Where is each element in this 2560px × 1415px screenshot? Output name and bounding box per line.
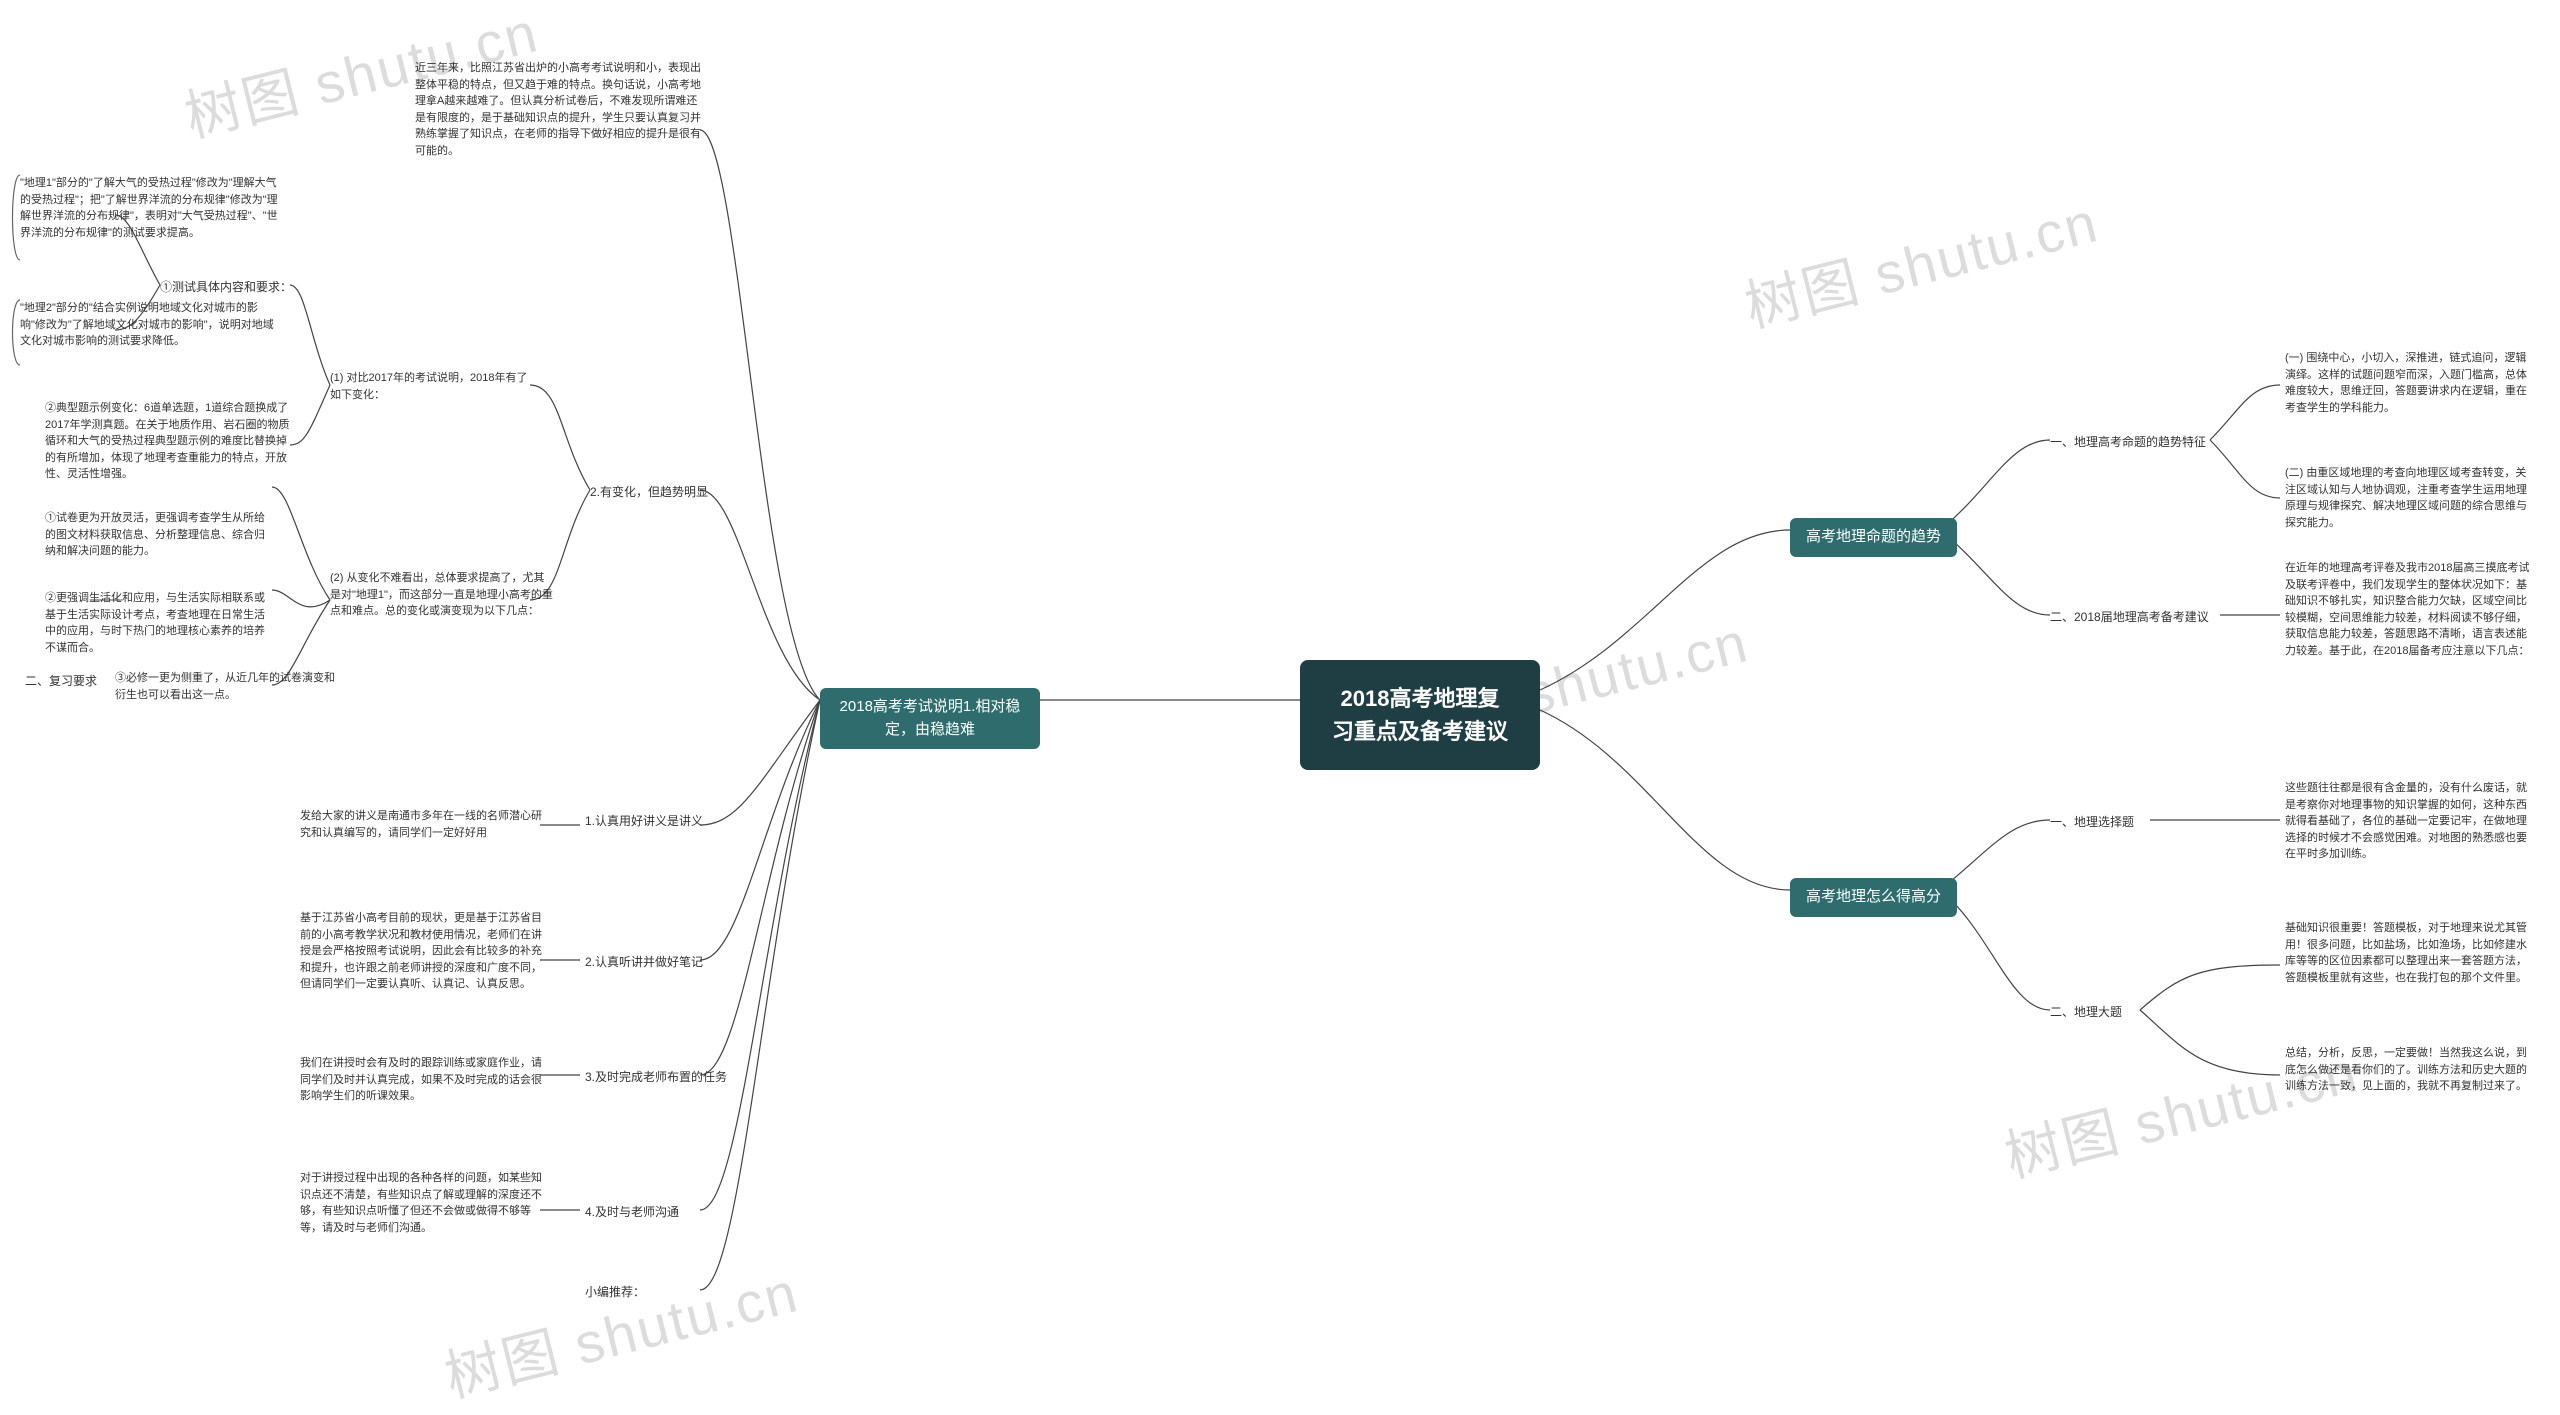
- left-c3-label[interactable]: 3.及时完成老师布置的任务: [585, 1068, 727, 1086]
- right-b2-leaf2: 总结，分析，反思，一定要做！当然我这么说，到底怎么做还是看你们的了。训练方法和历…: [2285, 1045, 2535, 1095]
- left-b2-leaf1: ①试卷更为开放灵活，更强调考查学生从所给的图文材料获取信息、分析整理信息、综合归…: [45, 510, 275, 560]
- left-b1a-leaf2: "地理2"部分的"结合实例说明地域文化对城市的影响"修改为"了解地域文化对城市的…: [20, 300, 280, 350]
- left-c2-leaf: 基于江苏省小高考目前的现状，更是基于江苏省目前的小高考教学状况和教材使用情况，老…: [300, 910, 545, 993]
- center-topic[interactable]: 2018高考地理复习重点及备考建议: [1300, 660, 1540, 770]
- right-a2-label[interactable]: 二、2018届地理高考备考建议: [2050, 608, 2209, 626]
- right-b-branch[interactable]: 高考地理怎么得高分: [1790, 878, 1957, 917]
- left-branch-main[interactable]: 2018高考考试说明1.相对稳定，由稳趋难: [820, 688, 1040, 749]
- left-b1-title: (1) 对比2017年的考试说明，2018年有了如下变化：: [330, 370, 530, 403]
- left-c5-label: 小编推荐：: [585, 1283, 645, 1301]
- left-c1-label[interactable]: 1.认真用好讲义是讲义: [585, 812, 703, 830]
- right-a1-label[interactable]: 一、地理高考命题的趋势特征: [2050, 433, 2206, 451]
- left-a-text: 近三年来，比照江苏省出炉的小高考考试说明和小，表现出整体平稳的特点，但又趋于难的…: [415, 60, 705, 159]
- left-b2-leaf3: ③必修一更为侧重了，从近几年的试卷演变和衍生也可以看出这一点。: [115, 670, 345, 703]
- left-b2-title: (2) 从变化不难看出，总体要求提高了，尤其是对"地理1"，而这部分一直是地理小…: [330, 570, 555, 620]
- right-a1-leaf1: (一) 围绕中心，小切入，深推进，链式追问，逻辑演绎。这样的试题问题窄而深，入题…: [2285, 350, 2535, 416]
- right-b1-label[interactable]: 一、地理选择题: [2050, 813, 2134, 831]
- left-b2-label: 二、复习要求: [25, 672, 97, 690]
- left-b1b-leaf: ②典型题示例变化：6道单选题，1道综合题换成了2017年学测真题。在关于地质作用…: [45, 400, 290, 483]
- left-c2-label[interactable]: 2.认真听讲并做好笔记: [585, 953, 703, 971]
- right-b2-label[interactable]: 二、地理大题: [2050, 1003, 2122, 1021]
- watermark: 树图 shutu.cn: [1736, 178, 2106, 344]
- left-b-label[interactable]: 2.有变化，但趋势明显: [590, 483, 708, 501]
- left-b2-leaf2: ②更强调生活化和应用，与生活实际相联系或基于生活实际设计考点，考查地理在日常生活…: [45, 590, 275, 656]
- left-c4-leaf: 对于讲授过程中出现的各种各样的问题，如某些知识点还不清楚，有些知识点了解或理解的…: [300, 1170, 545, 1236]
- left-c3-leaf: 我们在讲授时会有及时的跟踪训练或家庭作业，请同学们及时并认真完成，如果不及时完成…: [300, 1055, 545, 1105]
- right-b1-leaf: 这些题往往都是很有含金量的，没有什么废话，就是考察你对地理事物的知识掌握的如何，…: [2285, 780, 2535, 863]
- left-b1a-leaf1: "地理1"部分的"了解大气的受热过程"修改为"理解大气的受热过程"；把"了解世界…: [20, 175, 280, 241]
- watermark: 树图 shutu.cn: [436, 1248, 806, 1414]
- right-a1-leaf2: (二) 由重区域地理的考查向地理区域考查转变，关注区域认知与人地协调观，注重考查…: [2285, 465, 2535, 531]
- right-a2-leaf: 在近年的地理高考评卷及我市2018届高三摸底考试及联考评卷中，我们发现学生的整体…: [2285, 560, 2535, 659]
- left-c1-leaf: 发给大家的讲义是南通市多年在一线的名师潜心研究和认真编写的，请同学们一定好好用: [300, 808, 545, 841]
- left-b1a-label: ①测试具体内容和要求：: [160, 278, 292, 296]
- right-a-branch[interactable]: 高考地理命题的趋势: [1790, 518, 1957, 557]
- left-c4-label[interactable]: 4.及时与老师沟通: [585, 1203, 679, 1221]
- right-b2-leaf1: 基础知识很重要！答题模板，对于地理来说尤其管用！很多问题，比如盐场，比如渔场，比…: [2285, 920, 2535, 986]
